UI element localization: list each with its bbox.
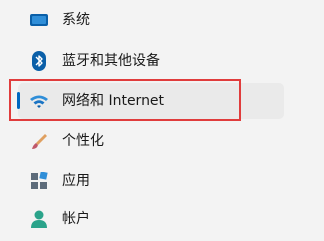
user-icon <box>29 209 49 229</box>
nav-item-label: 系统 <box>62 12 90 28</box>
brush-icon <box>29 131 49 151</box>
settings-nav: 系统 蓝牙和其他设备 网络和 Internet 个性化 应用 帐户 <box>0 0 324 241</box>
nav-item-system[interactable]: 系统 <box>18 2 284 38</box>
nav-item-accounts[interactable]: 帐户 <box>18 201 284 237</box>
nav-item-label: 网络和 Internet <box>62 93 165 109</box>
apps-icon <box>29 171 49 191</box>
wifi-icon <box>29 91 49 111</box>
nav-item-label: 应用 <box>62 173 90 189</box>
nav-item-label: 帐户 <box>62 211 90 227</box>
nav-item-network[interactable]: 网络和 Internet <box>18 83 284 119</box>
display-icon <box>29 10 49 30</box>
nav-item-label: 个性化 <box>62 133 104 149</box>
nav-item-bluetooth[interactable]: 蓝牙和其他设备 <box>18 43 284 79</box>
nav-item-apps[interactable]: 应用 <box>18 163 284 199</box>
selection-indicator <box>17 92 20 109</box>
nav-item-personalization[interactable]: 个性化 <box>18 123 284 159</box>
bluetooth-icon <box>29 51 49 71</box>
nav-item-label: 蓝牙和其他设备 <box>62 53 160 69</box>
